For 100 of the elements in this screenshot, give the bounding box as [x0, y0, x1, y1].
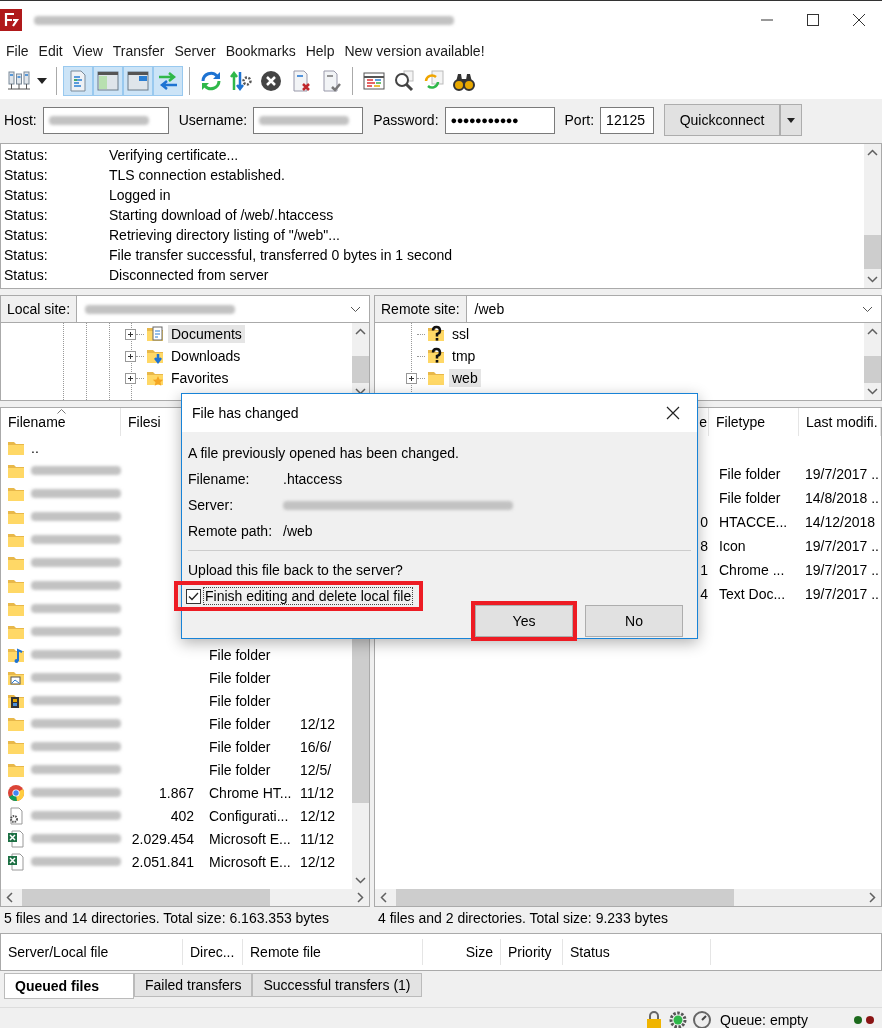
spreadsheet-icon — [7, 852, 25, 871]
expand-icon[interactable] — [125, 350, 136, 362]
tree-item[interactable]: web — [449, 369, 481, 387]
host-label: Host: — [4, 112, 37, 128]
expand-icon[interactable] — [125, 372, 136, 384]
file-modified: 14/12/2018 — [804, 514, 877, 530]
log-label: Status: — [4, 247, 49, 263]
tab[interactable]: Failed transfers — [134, 973, 253, 997]
port-field[interactable]: 12125 — [600, 106, 655, 134]
scrollbar-thumb[interactable] — [22, 889, 270, 906]
menu-item[interactable]: View — [67, 43, 108, 59]
scroll-down-icon — [355, 877, 366, 884]
column-header[interactable]: Direc... — [190, 944, 235, 960]
file-modified: 19/7/2017 .. — [804, 538, 880, 554]
dialog-question: Upload this file back to the server? — [188, 561, 404, 580]
file-modified: 16/6/ — [299, 738, 333, 755]
scroll-down-icon — [867, 388, 878, 395]
file-type: File folder — [208, 669, 272, 686]
tree-item[interactable]: tmp — [449, 347, 479, 365]
scrollbar-thumb[interactable] — [396, 889, 734, 906]
file-size: 1.867 — [157, 784, 195, 801]
password-field[interactable]: ●●●●●●●●●●● — [444, 106, 555, 134]
close-icon[interactable] — [665, 405, 681, 421]
vertical-scrollbar[interactable] — [864, 144, 881, 288]
maximize-icon[interactable] — [805, 12, 821, 28]
dialog-button[interactable]: Yes — [475, 605, 573, 637]
column-header[interactable]: Filetype — [716, 414, 766, 430]
queue-status: Queue: empty — [720, 1012, 808, 1028]
tree-item[interactable]: Downloads — [168, 347, 244, 365]
log-message: File transfer successful, transferred 0 bytes in 1 second — [109, 247, 453, 263]
host-field[interactable] — [42, 106, 169, 134]
tree-item[interactable]: Documents — [168, 325, 245, 343]
expand-icon[interactable] — [406, 372, 417, 384]
file-type: Text Doc... — [718, 586, 787, 602]
file-type: HTACCE... — [718, 514, 789, 530]
column-header[interactable]: Server/Local file — [8, 944, 109, 960]
vertical-scrollbar[interactable] — [864, 323, 881, 400]
status-text: 4 files and 2 directories. Total size: 9.233 bytes — [377, 909, 669, 928]
log-message: Starting download of /web/.htaccess — [109, 207, 334, 223]
toolbar-button[interactable] — [93, 66, 123, 96]
column-header[interactable]: Remote file — [250, 944, 321, 960]
scrollbar-thumb[interactable] — [352, 356, 369, 383]
close-icon[interactable] — [851, 12, 867, 28]
menu-item[interactable]: Bookmarks — [220, 43, 301, 59]
scroll-right-icon — [357, 892, 364, 903]
search-icon — [392, 69, 416, 93]
column-header[interactable]: Filename — [8, 414, 66, 430]
column-header[interactable]: Last modifi. — [806, 414, 878, 430]
horizontal-scrollbar[interactable] — [1, 889, 369, 906]
folder-icon — [427, 369, 445, 387]
scrollbar-thumb[interactable] — [864, 356, 881, 383]
expand-icon[interactable] — [125, 328, 136, 340]
log-message: Logged in — [109, 187, 171, 203]
menu-item[interactable]: Edit — [33, 43, 68, 59]
quickconnect-button[interactable]: Quickconnect — [664, 104, 781, 136]
dropdown-button[interactable] — [780, 104, 803, 136]
username-field[interactable] — [253, 106, 364, 134]
file-modified: 11/12 — [299, 784, 335, 801]
checkbox-label[interactable]: Finish editing and delete local file — [203, 587, 414, 605]
file-type: File folder — [208, 761, 272, 778]
log-message: Retrieving directory listing of "/web"... — [109, 227, 340, 243]
menu-item[interactable]: File — [1, 43, 34, 59]
menu-item[interactable]: New version available! — [339, 43, 490, 59]
column-header[interactable]: Size — [465, 944, 493, 960]
file-type: Configurati... — [208, 807, 290, 824]
file-name: .. — [31, 439, 39, 456]
menu-item[interactable]: Help — [300, 43, 340, 59]
file-modified: 14/8/2018 .. — [804, 490, 880, 506]
menu-item[interactable]: Transfer — [107, 43, 170, 59]
horizontal-scrollbar[interactable] — [375, 889, 881, 906]
log-message: Disconnected from server — [109, 267, 269, 283]
column-header[interactable]: e — [699, 414, 707, 430]
password-label: Password: — [373, 112, 439, 128]
tab[interactable]: Queued files — [4, 973, 134, 999]
chrome-browser-icon — [7, 783, 25, 802]
site-path-dropdown[interactable]: /web — [466, 296, 881, 322]
folder-star-icon — [146, 369, 164, 387]
tab[interactable]: Successful transfers (1) — [252, 973, 422, 997]
file-size: 1 — [700, 562, 708, 578]
dialog-button[interactable]: No — [585, 605, 683, 637]
file-type: Microsoft E... — [208, 830, 292, 847]
arrows-gear-icon — [229, 69, 253, 93]
tree-item[interactable]: ssl — [449, 325, 473, 343]
file-type: Microsoft E... — [208, 853, 292, 870]
scroll-up-icon — [867, 328, 878, 335]
column-header[interactable]: Filesi — [128, 414, 161, 430]
file-modified: 12/12 — [299, 853, 337, 870]
log-label: Status: — [4, 267, 49, 283]
toolbar-button[interactable] — [123, 66, 153, 96]
menu-item[interactable]: Server — [169, 43, 221, 59]
file-modified: 19/7/2017 .. — [804, 562, 880, 578]
column-header[interactable]: Priority — [508, 944, 552, 960]
file-modified: 12/12 — [299, 715, 337, 732]
checkbox[interactable] — [186, 588, 201, 604]
column-header[interactable]: Status — [570, 944, 610, 960]
log-label: Status: — [4, 207, 49, 223]
file-type: Chrome ... — [718, 562, 786, 578]
caret-icon — [787, 117, 796, 123]
tree-item[interactable]: Favorites — [168, 369, 232, 387]
scrollbar-thumb[interactable] — [864, 235, 881, 269]
